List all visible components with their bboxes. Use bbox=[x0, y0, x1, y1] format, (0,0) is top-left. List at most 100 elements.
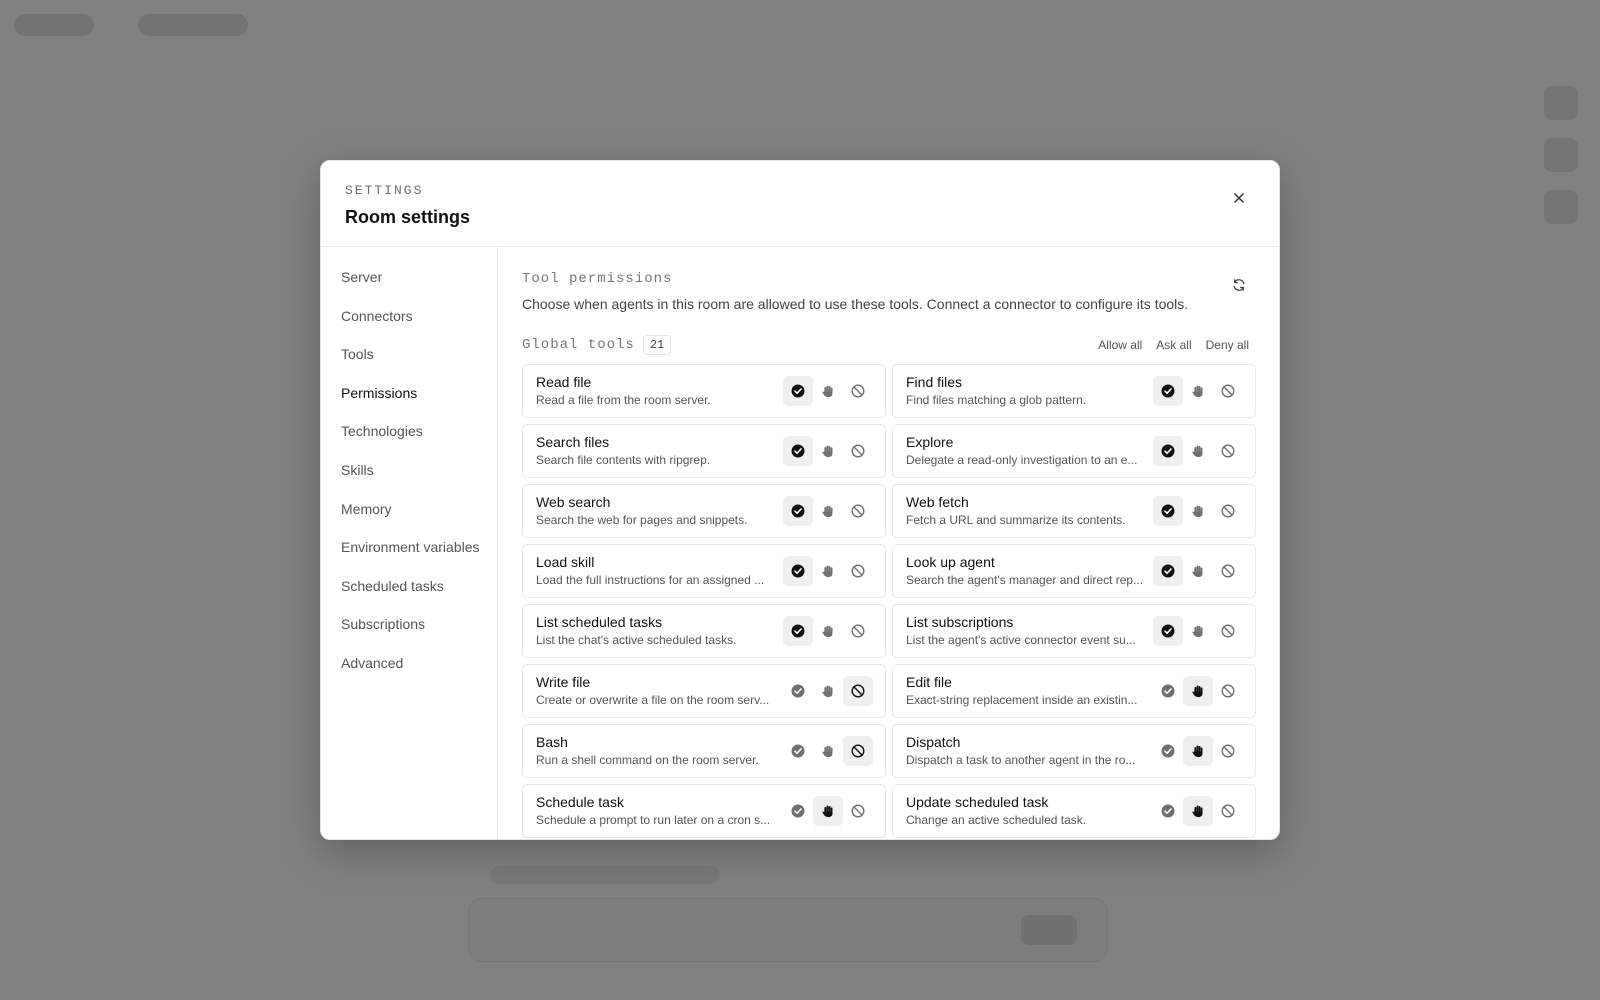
allow-button[interactable] bbox=[1153, 376, 1183, 406]
hand-icon bbox=[1191, 744, 1205, 758]
allow-all-button[interactable]: Allow all bbox=[1098, 338, 1142, 352]
check-circle-icon bbox=[791, 564, 805, 578]
room-settings-modal: SETTINGS Room settings Server Connectors T… bbox=[320, 160, 1280, 840]
ban-icon bbox=[1221, 384, 1235, 398]
allow-button[interactable] bbox=[783, 436, 813, 466]
allow-button[interactable] bbox=[1153, 616, 1183, 646]
permission-toggle-group bbox=[1153, 616, 1243, 646]
ask-button[interactable] bbox=[813, 736, 843, 766]
ask-button[interactable] bbox=[813, 376, 843, 406]
deny-button[interactable] bbox=[843, 496, 873, 526]
allow-button[interactable] bbox=[1153, 796, 1183, 826]
hand-icon bbox=[1191, 684, 1205, 698]
permission-toggle-group bbox=[783, 736, 873, 766]
deny-button[interactable] bbox=[1213, 676, 1243, 706]
check-circle-icon bbox=[1161, 504, 1175, 518]
ask-all-button[interactable]: Ask all bbox=[1156, 338, 1191, 352]
ask-button[interactable] bbox=[1183, 676, 1213, 706]
ask-button[interactable] bbox=[813, 556, 843, 586]
allow-button[interactable] bbox=[1153, 496, 1183, 526]
check-circle-icon bbox=[1161, 684, 1175, 698]
deny-button[interactable] bbox=[843, 736, 873, 766]
sidebar-item-connectors[interactable]: Connectors bbox=[341, 298, 497, 337]
deny-button[interactable] bbox=[1213, 436, 1243, 466]
permission-toggle-group bbox=[783, 376, 873, 406]
ban-icon bbox=[1221, 504, 1235, 518]
ask-button[interactable] bbox=[1183, 556, 1213, 586]
tool-card: Web search Search the web for pages and s… bbox=[522, 484, 886, 538]
deny-button[interactable] bbox=[843, 436, 873, 466]
permission-toggle-group bbox=[783, 436, 873, 466]
permissions-panel: Tool permissions Choose when agents in t… bbox=[498, 247, 1279, 839]
tool-count-badge: 21 bbox=[642, 335, 672, 355]
allow-button[interactable] bbox=[783, 496, 813, 526]
sidebar-item-environment-variables[interactable]: Environment variables bbox=[341, 529, 497, 568]
ban-icon bbox=[851, 384, 865, 398]
deny-button[interactable] bbox=[1213, 736, 1243, 766]
sidebar-item-permissions[interactable]: Permissions bbox=[341, 375, 497, 414]
allow-button[interactable] bbox=[1153, 736, 1183, 766]
allow-button[interactable] bbox=[783, 676, 813, 706]
allow-button[interactable] bbox=[783, 556, 813, 586]
tool-card: Read file Read a file from the room serve… bbox=[522, 364, 886, 418]
allow-button[interactable] bbox=[783, 376, 813, 406]
modal-header: SETTINGS Room settings bbox=[321, 161, 1279, 247]
ask-button[interactable] bbox=[813, 676, 843, 706]
sidebar-item-advanced[interactable]: Advanced bbox=[341, 645, 497, 684]
ask-button[interactable] bbox=[1183, 796, 1213, 826]
deny-button[interactable] bbox=[843, 376, 873, 406]
permission-toggle-group bbox=[783, 616, 873, 646]
ask-button[interactable] bbox=[813, 616, 843, 646]
deny-button[interactable] bbox=[1213, 376, 1243, 406]
sidebar-item-tools[interactable]: Tools bbox=[341, 336, 497, 375]
tool-card: Find files Find files matching a glob pat… bbox=[892, 364, 1256, 418]
refresh-button[interactable] bbox=[1229, 275, 1249, 295]
sidebar-item-memory[interactable]: Memory bbox=[341, 491, 497, 530]
refresh-icon bbox=[1233, 279, 1245, 291]
ask-button[interactable] bbox=[1183, 616, 1213, 646]
deny-button[interactable] bbox=[1213, 616, 1243, 646]
ask-button[interactable] bbox=[813, 796, 843, 826]
sidebar-item-technologies[interactable]: Technologies bbox=[341, 413, 497, 452]
ask-button[interactable] bbox=[813, 436, 843, 466]
close-button[interactable] bbox=[1229, 188, 1249, 208]
allow-button[interactable] bbox=[783, 616, 813, 646]
check-circle-icon bbox=[791, 684, 805, 698]
tool-card: Dispatch Dispatch a task to another agent… bbox=[892, 724, 1256, 778]
hand-icon bbox=[821, 504, 835, 518]
sidebar-item-scheduled-tasks[interactable]: Scheduled tasks bbox=[341, 568, 497, 607]
ban-icon bbox=[1221, 684, 1235, 698]
check-circle-icon bbox=[791, 444, 805, 458]
sidebar-item-server[interactable]: Server bbox=[341, 259, 497, 298]
deny-button[interactable] bbox=[1213, 556, 1243, 586]
deny-button[interactable] bbox=[843, 616, 873, 646]
sidebar-item-subscriptions[interactable]: Subscriptions bbox=[341, 606, 497, 645]
ban-icon bbox=[1221, 444, 1235, 458]
modal-title: Room settings bbox=[345, 207, 471, 227]
allow-button[interactable] bbox=[1153, 556, 1183, 586]
check-circle-icon bbox=[791, 384, 805, 398]
tool-card: List subscriptions List the agent's activ… bbox=[892, 604, 1256, 658]
permission-toggle-group bbox=[1153, 376, 1243, 406]
modal-eyebrow: SETTINGS bbox=[345, 183, 424, 198]
deny-button[interactable] bbox=[1213, 496, 1243, 526]
ask-button[interactable] bbox=[1183, 736, 1213, 766]
ask-button[interactable] bbox=[813, 496, 843, 526]
hand-icon bbox=[821, 564, 835, 578]
ask-button[interactable] bbox=[1183, 436, 1213, 466]
sidebar-item-skills[interactable]: Skills bbox=[341, 452, 497, 491]
deny-button[interactable] bbox=[843, 556, 873, 586]
hand-icon bbox=[821, 624, 835, 638]
deny-button[interactable] bbox=[843, 676, 873, 706]
tool-description: Run a shell command on the room server. bbox=[536, 753, 759, 767]
deny-all-button[interactable]: Deny all bbox=[1206, 338, 1249, 352]
allow-button[interactable] bbox=[783, 736, 813, 766]
ask-button[interactable] bbox=[1183, 496, 1213, 526]
allow-button[interactable] bbox=[783, 796, 813, 826]
deny-button[interactable] bbox=[1213, 796, 1243, 826]
deny-button[interactable] bbox=[843, 796, 873, 826]
allow-button[interactable] bbox=[1153, 676, 1183, 706]
ask-button[interactable] bbox=[1183, 376, 1213, 406]
allow-button[interactable] bbox=[1153, 436, 1183, 466]
tool-description: Search the web for pages and snippets. bbox=[536, 513, 748, 527]
